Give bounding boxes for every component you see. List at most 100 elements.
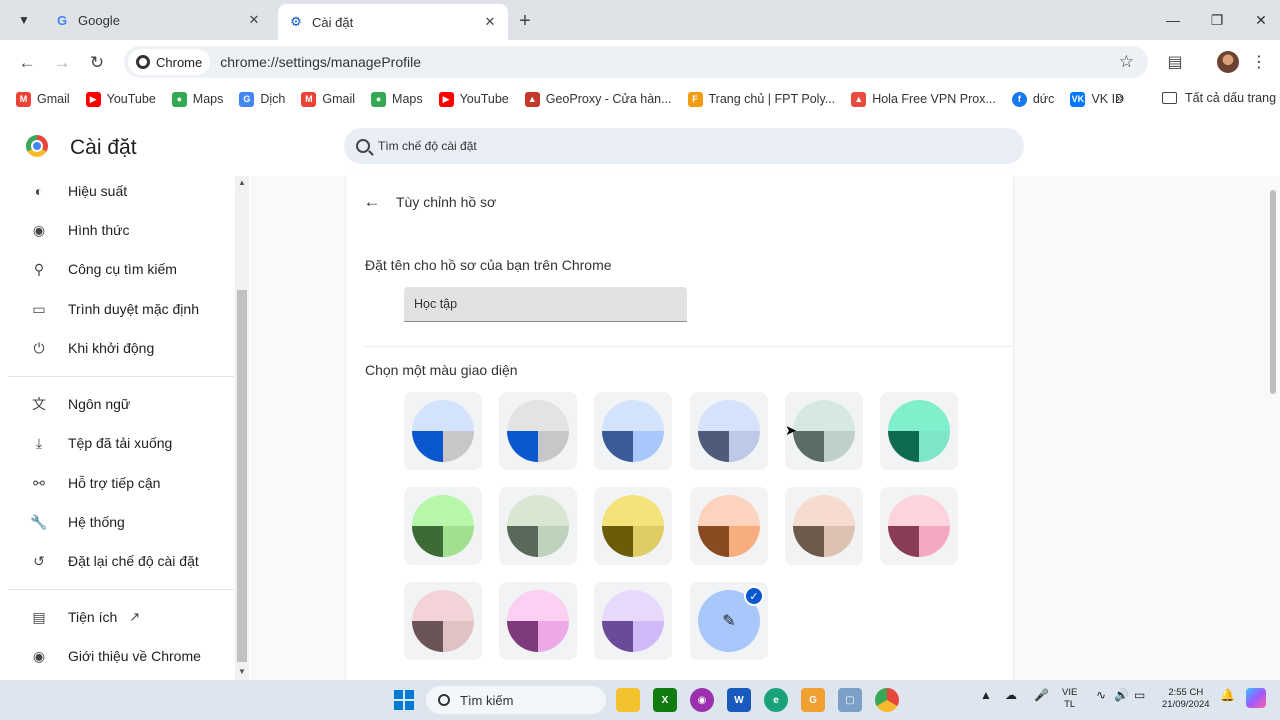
minimize-icon[interactable]: — <box>1158 8 1188 32</box>
sidebar-item-default-browser[interactable]: ▭ Trình duyệt mặc định <box>8 291 234 327</box>
sidebar-item-system[interactable]: 🔧 Hệ thống <box>8 504 234 540</box>
back-arrow-icon[interactable]: ← <box>362 192 382 212</box>
sidebar-item-accessibility[interactable]: ⚯ Hỗ trợ tiếp cận <box>8 465 234 501</box>
bookmark-item[interactable]: f dức <box>1011 91 1054 107</box>
cloud-icon[interactable]: ☁ <box>1005 688 1017 702</box>
theme-color-swatch[interactable] <box>594 487 672 565</box>
clock[interactable]: 2:55 CH 21/09/2024 <box>1162 687 1210 711</box>
youtube-icon: ▶ <box>438 91 454 107</box>
theme-color-swatch[interactable] <box>404 582 482 660</box>
theme-color-swatch[interactable] <box>880 487 958 565</box>
sidebar-scroll-thumb[interactable] <box>237 290 247 662</box>
wifi-icon[interactable]: ∿ <box>1096 688 1106 702</box>
bookmark-item[interactable]: ● Maps <box>171 91 223 107</box>
app-icon[interactable]: ▢ <box>838 688 862 712</box>
theme-color-segment <box>698 431 729 462</box>
notification-bell-icon[interactable]: 🔔 <box>1220 688 1235 702</box>
window-close-icon[interactable]: ✕ <box>1246 8 1276 32</box>
tab-search-chevron-icon[interactable]: ▼ <box>10 8 38 32</box>
forward-arrow-icon[interactable]: → <box>49 50 75 76</box>
all-bookmarks-folder[interactable]: Tất cả dấu trang <box>1162 91 1276 105</box>
sidebar-item-appearance[interactable]: ◉ Hình thức <box>8 212 234 248</box>
bookmark-item[interactable]: ▲ GeoProxy - Cửa hàn... <box>524 91 672 107</box>
theme-color-segment <box>538 431 569 462</box>
tray-chevron-icon[interactable]: ▲ <box>980 688 992 702</box>
bookmark-item[interactable]: ● Maps <box>371 91 423 107</box>
tab-label: Cài đặt <box>312 14 354 30</box>
bookmark-item[interactable]: ▶ YouTube <box>85 91 156 107</box>
bookmark-star-icon[interactable]: ☆ <box>1119 52 1134 72</box>
word-icon[interactable]: W <box>727 688 751 712</box>
scroll-down-icon[interactable]: ▼ <box>238 667 246 676</box>
bookmark-item[interactable]: ▲ Hola Free VPN Prox... <box>851 91 996 107</box>
theme-color-swatch[interactable] <box>690 392 768 470</box>
new-tab-plus-icon[interactable]: + <box>514 10 536 32</box>
reload-icon[interactable]: ↻ <box>84 50 110 76</box>
extensions-puzzle-icon[interactable]: ▤ <box>1164 50 1186 74</box>
site-chip[interactable]: Chrome <box>128 49 211 75</box>
sidebar-item-reset[interactable]: ↺ Đặt lại chế độ cài đặt <box>8 543 234 579</box>
edge-icon[interactable]: e <box>764 688 788 712</box>
tab-google[interactable]: G Google ✕ <box>44 4 272 36</box>
input-language[interactable]: VIE TL <box>1062 687 1077 711</box>
bookmarks-overflow-icon[interactable]: » <box>1116 90 1123 105</box>
theme-color-swatch[interactable] <box>499 582 577 660</box>
profile-avatar[interactable] <box>1217 51 1239 73</box>
page-scroll-thumb[interactable] <box>1270 190 1276 394</box>
address-bar[interactable]: Chrome chrome://settings/manageProfile ☆ <box>124 46 1148 78</box>
microphone-icon[interactable]: 🎤 <box>1034 688 1049 702</box>
theme-color-swatch[interactable] <box>594 392 672 470</box>
theme-color-swatch[interactable] <box>499 392 577 470</box>
profile-name-input[interactable] <box>404 287 687 322</box>
chrome-taskbar-icon[interactable] <box>875 688 899 712</box>
bookmark-item[interactable]: M Gmail <box>301 91 355 107</box>
settings-search-input[interactable]: Tìm chế độ cài đặt <box>344 128 1024 164</box>
sidebar-item-on-startup[interactable]: ⏻ Khi khởi động <box>8 330 234 366</box>
sidebar-scrollbar[interactable]: ▲ ▼ <box>235 176 249 680</box>
copilot-icon[interactable] <box>1246 688 1266 708</box>
scroll-up-icon[interactable]: ▲ <box>238 178 246 187</box>
youtube-icon: ▶ <box>85 91 101 107</box>
settings-header: Cài đặt Tìm chế độ cài đặt <box>0 114 1280 176</box>
chrome-icon <box>136 55 150 69</box>
bookmark-item[interactable]: F Trang chủ | FPT Poly... <box>687 91 835 107</box>
kebab-menu-icon[interactable]: ⋮ <box>1251 50 1267 74</box>
sidebar-item-about-chrome[interactable]: ◉ Giới thiệu về Chrome <box>8 638 234 674</box>
close-tab-icon[interactable]: ✕ <box>244 10 264 30</box>
windows-start-icon[interactable] <box>392 688 416 712</box>
taskbar-search[interactable]: Tìm kiếm <box>426 686 606 714</box>
close-tab-icon[interactable]: ✕ <box>480 12 500 32</box>
theme-color-swatch[interactable] <box>785 487 863 565</box>
file-explorer-icon[interactable] <box>616 688 640 712</box>
battery-icon[interactable]: ▭ <box>1134 688 1145 702</box>
sidebar-item-downloads[interactable]: ⤓ Tệp đã tải xuống <box>8 425 234 461</box>
restore-icon[interactable]: ❐ <box>1202 8 1232 32</box>
volume-icon[interactable]: 🔊 <box>1114 688 1129 702</box>
url-text[interactable]: chrome://settings/manageProfile <box>220 54 421 70</box>
theme-color-swatch[interactable] <box>594 582 672 660</box>
tab-settings[interactable]: ⚙ Cài đặt ✕ <box>278 4 508 40</box>
bookmark-item[interactable]: ▶ YouTube <box>438 91 509 107</box>
theme-color-swatch[interactable] <box>404 487 482 565</box>
sidebar-item-extensions[interactable]: ▤ Tiện ích ↗ <box>8 599 234 635</box>
xbox-icon[interactable]: X <box>653 688 677 712</box>
sidebar-item-performance[interactable]: ◐ Hiệu suất <box>8 173 234 209</box>
bookmark-item[interactable]: M Gmail <box>16 91 70 107</box>
folder-label: Tất cả dấu trang <box>1185 91 1277 105</box>
sidebar-item-search-engine[interactable]: ⚲ Công cụ tìm kiếm <box>8 251 234 287</box>
app-icon[interactable]: G <box>801 688 825 712</box>
bookmark-label: Hola Free VPN Prox... <box>872 92 996 106</box>
theme-color-swatch[interactable] <box>690 487 768 565</box>
back-arrow-icon[interactable]: ← <box>14 50 40 76</box>
app-icon[interactable]: ◉ <box>690 688 714 712</box>
browser-icon: ▭ <box>32 300 46 317</box>
sidebar-item-languages[interactable]: 文 Ngôn ngữ <box>8 386 234 422</box>
theme-color-swatch[interactable] <box>404 392 482 470</box>
page-scrollbar[interactable] <box>1266 176 1280 680</box>
theme-color-segment <box>412 495 474 526</box>
custom-color-swatch[interactable]: ✎ ✓ <box>690 582 768 660</box>
tab-strip: ▼ G Google ✕ ⚙ Cài đặt ✕ + — ❐ ✕ <box>0 0 1280 40</box>
theme-color-swatch[interactable] <box>499 487 577 565</box>
theme-color-swatch[interactable] <box>880 392 958 470</box>
bookmark-item[interactable]: G Dịch <box>239 91 285 107</box>
